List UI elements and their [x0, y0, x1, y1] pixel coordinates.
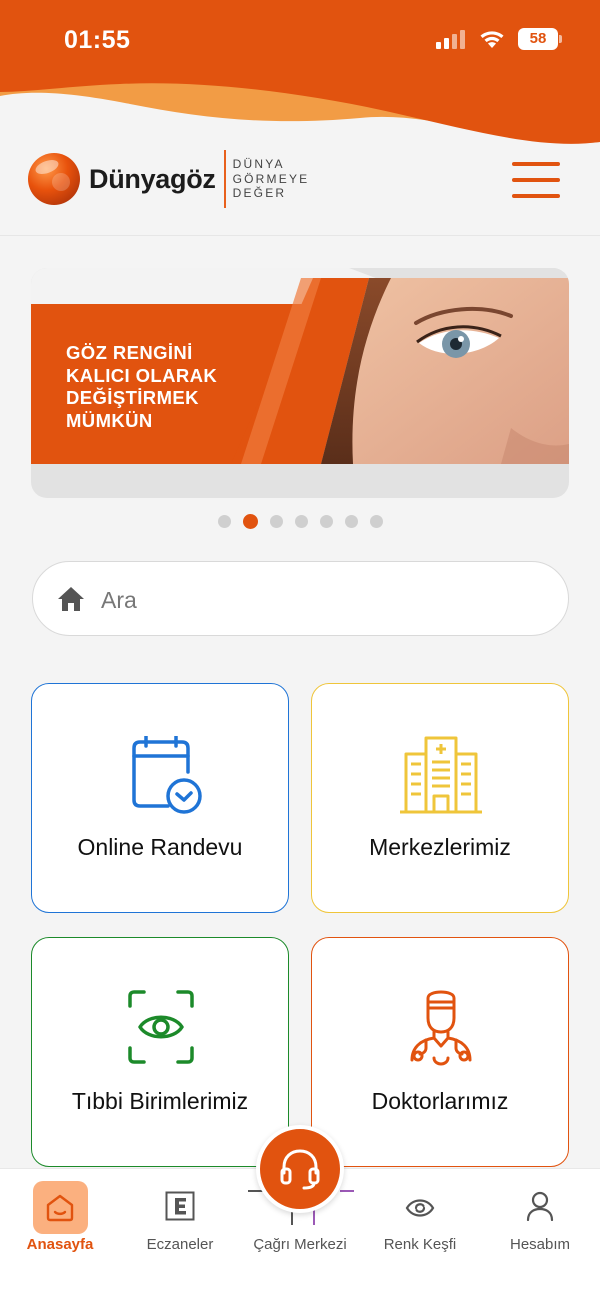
headset-icon [280, 1149, 320, 1190]
search-input[interactable] [101, 580, 541, 620]
pharmacy-e-icon [165, 1191, 195, 1221]
carousel-dot[interactable] [320, 515, 333, 528]
carousel-dot-active[interactable] [243, 514, 258, 529]
brand-name: Dünyagöz [89, 163, 216, 194]
nav-label: Çağrı Merkezi [253, 1236, 347, 1253]
eye-scan-icon [128, 990, 194, 1064]
card-label: Online Randevu [77, 834, 243, 860]
promo-carousel[interactable]: GÖZ RENGİNİ KALICI OLARAK DEĞİŞTİRMEK MÜ… [31, 268, 569, 498]
top-bar: Dünyagöz DÜNYA GÖRMEYE DEĞER [0, 132, 600, 236]
card-label: Doktorlarımız [371, 1088, 509, 1114]
logo-divider [223, 150, 226, 208]
banner-headline: GÖZ RENGİNİ KALICI OLARAK DEĞİŞTİRMEK MÜ… [66, 342, 217, 432]
tagline-line-1: DÜNYA [232, 157, 285, 172]
call-center-fab[interactable] [256, 1125, 344, 1213]
banner-line: DEĞİŞTİRMEK [66, 387, 199, 408]
nav-label: Anasayfa [26, 1236, 94, 1253]
card-label: Merkezlerimiz [369, 834, 511, 860]
doctors-card[interactable]: Doktorlarımız [311, 937, 569, 1167]
carousel-dot[interactable] [270, 515, 283, 528]
battery-indicator: 58 [518, 28, 562, 50]
menu-line [512, 162, 560, 166]
status-icons: 58 [436, 28, 562, 50]
search-bar[interactable] [32, 561, 569, 636]
brand-tagline: DÜNYA GÖRMEYE DEĞER [233, 157, 310, 201]
nav-label: Eczaneler [146, 1236, 214, 1253]
menu-line [512, 178, 560, 182]
nav-pharmacies[interactable]: Eczaneler [120, 1169, 240, 1269]
calendar-check-icon [132, 736, 202, 814]
brand-logo[interactable]: Dünyagöz DÜNYA GÖRMEYE DEĞER [27, 150, 309, 208]
home-icon [58, 587, 84, 611]
tagline-line-3: DEĞER [232, 186, 287, 201]
centers-card[interactable]: Merkezlerimiz [311, 683, 569, 913]
nav-home[interactable]: Anasayfa [0, 1169, 120, 1269]
logo-ball-icon [28, 153, 80, 205]
cellular-signal-icon [436, 30, 465, 49]
medical-units-card[interactable]: Tıbbi Birimlerimiz [31, 937, 289, 1167]
user-icon [526, 1191, 554, 1221]
banner-line: KALICI OLARAK [66, 364, 218, 386]
carousel-dot[interactable] [345, 515, 358, 528]
carousel-dot[interactable] [218, 515, 231, 528]
card-label: Tıbbi Birimlerimiz [71, 1088, 249, 1114]
status-bar: 01:55 58 [0, 0, 600, 80]
doctor-icon [410, 990, 472, 1066]
menu-line [512, 194, 560, 198]
carousel-dot[interactable] [295, 515, 308, 528]
hospital-building-icon [400, 736, 482, 814]
nav-label: Hesabım [509, 1236, 571, 1253]
color-eye-icon [405, 1199, 435, 1217]
carousel-pagination [218, 514, 383, 529]
nav-label: Renk Keşfi [383, 1236, 457, 1253]
banner-line: MÜMKÜN [66, 409, 153, 431]
nav-color-discovery[interactable]: Renk Keşfi [360, 1169, 480, 1269]
online-appointment-card[interactable]: Online Randevu [31, 683, 289, 913]
wifi-icon [480, 31, 504, 48]
promo-banner[interactable]: GÖZ RENGİNİ KALICI OLARAK DEĞİŞTİRMEK MÜ… [31, 268, 569, 464]
carousel-dot[interactable] [370, 515, 383, 528]
hamburger-menu-button[interactable] [512, 156, 562, 200]
nav-account[interactable]: Hesabım [480, 1169, 600, 1269]
home-smile-icon [46, 1194, 74, 1222]
tagline-line-2: GÖRMEYE [232, 171, 310, 186]
status-time: 01:55 [64, 26, 131, 54]
banner-line: GÖZ RENGİNİ [66, 342, 193, 363]
